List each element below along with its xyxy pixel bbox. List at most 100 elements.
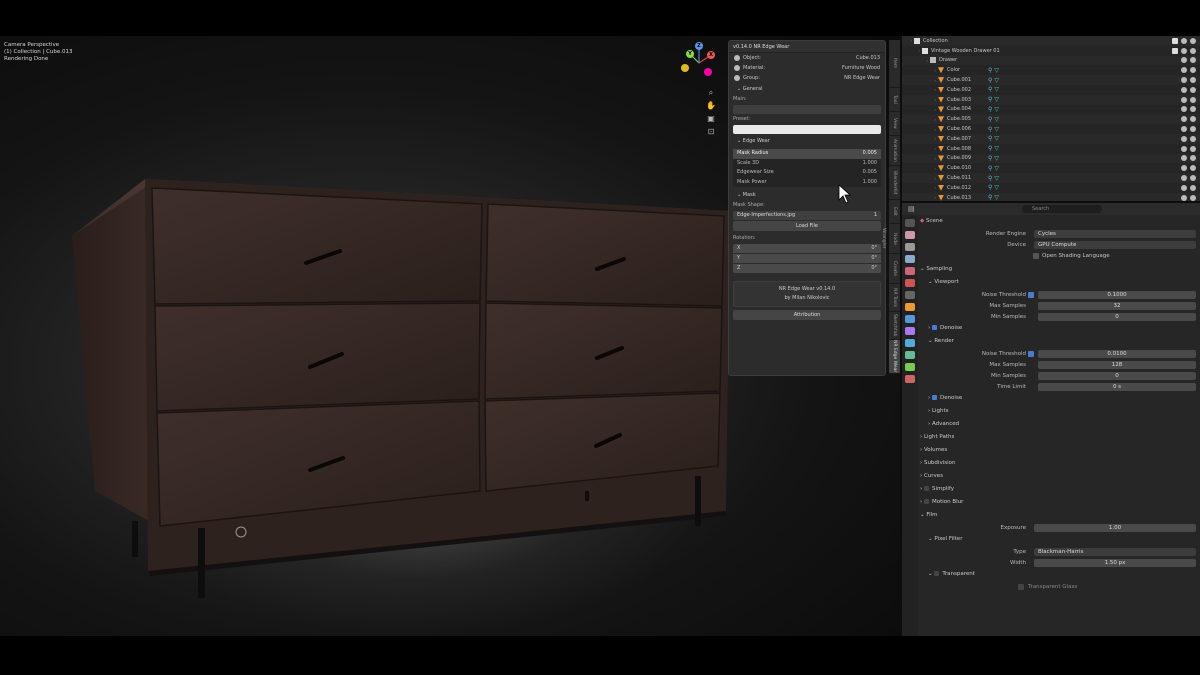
tab-blenderkit[interactable]: BlenderKit — [889, 166, 900, 200]
simplify-panel[interactable]: › Simplify — [920, 483, 1196, 496]
particles-tab-icon[interactable] — [905, 327, 915, 335]
transparent-subpanel[interactable]: ⌄ Transparent — [920, 568, 1196, 581]
outliner-row[interactable]: › Cube.012 ⚲ ▽ — [902, 183, 1200, 193]
expand-chevron-icon[interactable]: › — [932, 195, 938, 200]
tab-create[interactable]: Create — [889, 254, 900, 284]
pixel-filter-subpanel[interactable]: ⌄ Pixel Filter — [920, 533, 1196, 546]
expand-chevron-icon[interactable]: › — [932, 107, 938, 112]
motion-blur-panel[interactable]: › Motion Blur — [920, 496, 1196, 509]
exclude-checkbox-icon[interactable] — [1172, 47, 1178, 54]
mesh-data-icon[interactable]: ▽ — [994, 165, 999, 172]
mesh-data-icon[interactable]: ▽ — [994, 155, 999, 162]
eye-icon[interactable] — [1181, 67, 1187, 74]
tab-edit[interactable]: Edit — [889, 200, 900, 224]
wrench-icon[interactable]: ⚲ — [988, 155, 992, 162]
param-row[interactable]: Mask Radius 0.005 — [733, 149, 881, 159]
wrench-icon[interactable]: ⚲ — [988, 184, 992, 191]
collection-tab-icon[interactable] — [905, 291, 915, 299]
expand-chevron-icon[interactable]: › — [932, 127, 938, 132]
render-tab-icon[interactable] — [905, 231, 915, 239]
expand-chevron-icon[interactable]: › — [932, 78, 938, 83]
properties-editor-icon[interactable]: ▤ — [908, 205, 915, 213]
mesh-data-icon[interactable]: ▽ — [994, 96, 999, 103]
3d-viewport[interactable]: Camera Perspective (1) Collection | Cube… — [0, 36, 900, 636]
param-row[interactable]: Edgewear Size 0.005 — [733, 168, 881, 178]
pan-hand-icon[interactable]: ✋ — [706, 101, 716, 111]
wrench-icon[interactable]: ⚲ — [988, 135, 992, 142]
section-edge-wear[interactable]: ⌄ Edge Wear — [729, 135, 885, 147]
camera-render-icon[interactable] — [1190, 175, 1196, 182]
scene-tab-icon[interactable] — [905, 267, 915, 275]
outliner-row[interactable]: › Cube.007 ⚲ ▽ — [902, 133, 1200, 144]
camera-render-icon[interactable] — [1190, 155, 1196, 162]
physics-tab-icon[interactable] — [905, 339, 915, 347]
attribution-button[interactable]: Attribution — [733, 310, 881, 320]
device-dropdown[interactable]: GPU Compute — [1034, 240, 1196, 249]
render-subpanel[interactable]: ⌄ Render — [920, 335, 1196, 348]
tab-nr-tools[interactable]: NR Tools — [889, 284, 900, 312]
outliner-row[interactable]: › Cube.011 ⚲ ▽ — [902, 173, 1200, 183]
wrench-icon[interactable]: ⚲ — [988, 77, 992, 84]
camera-render-icon[interactable] — [1190, 106, 1196, 113]
navigation-gizmo[interactable]: X Y Z — [678, 42, 720, 84]
mesh-data-icon[interactable]: ▽ — [994, 67, 999, 74]
wrench-icon[interactable]: ⚲ — [988, 145, 992, 152]
wrench-icon[interactable]: ⚲ — [988, 194, 992, 201]
eye-icon[interactable] — [1181, 165, 1187, 172]
tab-animation[interactable]: Animation — [889, 136, 900, 166]
eye-icon[interactable] — [1181, 47, 1187, 54]
wrench-icon[interactable]: ⚲ — [988, 126, 992, 133]
outliner-row[interactable]: › Cube.010 ⚲ ▽ — [902, 163, 1200, 173]
view-layer-tab-icon[interactable] — [905, 255, 915, 263]
eye-icon[interactable] — [1181, 77, 1187, 84]
camera-render-icon[interactable] — [1190, 194, 1196, 201]
eye-icon[interactable] — [1181, 116, 1187, 123]
mask-image-selector[interactable]: Edge-Imperfections.jpg 1 — [733, 211, 881, 220]
rotation-y-field[interactable]: Y 0° — [733, 254, 881, 263]
curves-panel[interactable]: › Curves — [920, 470, 1196, 483]
properties-search[interactable]: Search — [1022, 205, 1102, 213]
r-min-field[interactable]: 0 — [1038, 371, 1196, 380]
eye-icon[interactable] — [1181, 155, 1187, 162]
transparent-glass-checkbox[interactable] — [1018, 583, 1024, 590]
gizmo-x-icon[interactable]: X — [707, 51, 715, 59]
r-denoise-subpanel[interactable]: › Denoise — [920, 392, 1196, 405]
mesh-data-icon[interactable]: ▽ — [994, 116, 999, 123]
r-noise-checkbox[interactable] — [1028, 350, 1034, 357]
mesh-data-icon[interactable]: ▽ — [994, 184, 999, 191]
wrench-icon[interactable]: ⚲ — [988, 116, 992, 123]
outliner-row[interactable]: › Cube.001 ⚲ ▽ — [902, 75, 1200, 85]
outliner-row[interactable]: › Cube.006 ⚲ ▽ — [902, 124, 1200, 134]
outliner-row[interactable]: › Cube.009 ⚲ ▽ — [902, 153, 1200, 164]
eye-icon[interactable] — [1181, 194, 1187, 201]
param-row[interactable]: Scale 3D 1.000 — [733, 159, 881, 169]
vp-min-field[interactable]: 0 — [1038, 312, 1196, 321]
expand-chevron-icon[interactable]: › — [932, 97, 938, 102]
wrench-icon[interactable]: ⚲ — [988, 106, 992, 113]
gizmo-z-icon[interactable]: Z — [695, 42, 703, 50]
motion-blur-checkbox[interactable] — [923, 499, 929, 504]
exclude-checkbox-icon[interactable] — [1172, 37, 1178, 44]
filter-type-dropdown[interactable]: Blackman-Harris — [1034, 547, 1196, 556]
vp-denoise-subpanel[interactable]: › Denoise — [920, 322, 1196, 335]
tool-tab-icon[interactable] — [905, 219, 915, 227]
camera-render-icon[interactable] — [1190, 126, 1196, 133]
eye-icon[interactable] — [1181, 96, 1187, 103]
outliner-row[interactable]: › Cube.013 ⚲ ▽ — [902, 192, 1200, 201]
mesh-data-icon[interactable]: ▽ — [994, 135, 999, 142]
light-paths-panel[interactable]: › Light Paths — [920, 431, 1196, 444]
main-field[interactable] — [733, 105, 881, 114]
load-file-button[interactable]: Load File — [733, 221, 881, 231]
tab-nr-edge-wear[interactable]: NR Edge Wear — [889, 340, 900, 374]
expand-chevron-icon[interactable]: › — [932, 156, 938, 161]
expand-chevron-icon[interactable]: › — [932, 146, 938, 151]
camera-render-icon[interactable] — [1190, 67, 1196, 74]
vp-noise-field[interactable]: 0.1000 — [1038, 290, 1196, 299]
r-time-field[interactable]: 0 s — [1038, 382, 1196, 391]
r-noise-field[interactable]: 0.0100 — [1038, 349, 1196, 358]
expand-chevron-icon[interactable]: › — [932, 68, 938, 73]
gizmo-neg-x-icon[interactable] — [681, 64, 689, 72]
expand-chevron-icon[interactable]: › — [932, 166, 938, 171]
gizmo-y-icon[interactable]: Y — [686, 50, 694, 58]
camera-render-icon[interactable] — [1190, 165, 1196, 172]
